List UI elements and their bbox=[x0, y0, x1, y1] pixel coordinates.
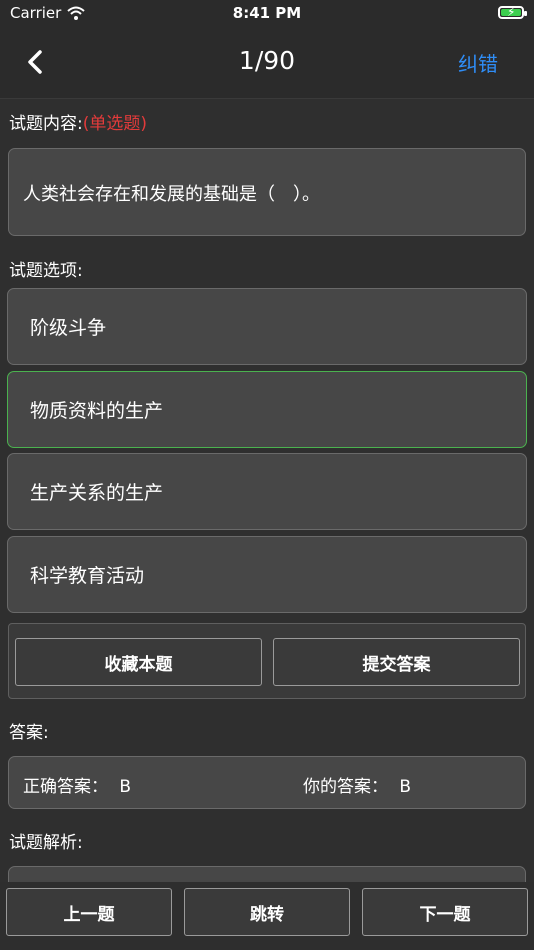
your-answer: 你的答案： B bbox=[303, 772, 411, 797]
option-label: 阶级斗争 bbox=[30, 317, 107, 339]
option-d[interactable]: 科学教育活动 bbox=[7, 536, 527, 613]
answer-box: 正确答案： B 你的答案： B bbox=[8, 756, 526, 809]
status-bar: Carrier 8:41 PM ⚡ bbox=[0, 0, 534, 28]
battery-icon: ⚡ bbox=[498, 5, 527, 19]
analysis-section-label: 试题解析: bbox=[9, 833, 83, 853]
question-section-label: 试题内容:(单选题) bbox=[9, 109, 147, 134]
question-type-label: (单选题) bbox=[82, 114, 147, 134]
answer-section-label: 答案: bbox=[9, 723, 49, 743]
your-answer-value: B bbox=[399, 777, 412, 797]
action-panel: 收藏本题 提交答案 bbox=[8, 623, 526, 699]
question-text: 人类社会存在和发展的基础是（ ）。 bbox=[8, 148, 526, 236]
jump-button[interactable]: 跳转 bbox=[184, 888, 350, 936]
correct-answer: 正确答案： B bbox=[23, 772, 131, 797]
option-c[interactable]: 生产关系的生产 bbox=[7, 453, 527, 530]
status-time: 8:41 PM bbox=[232, 4, 302, 22]
option-label: 物质资料的生产 bbox=[30, 400, 164, 422]
question-label: 试题内容: bbox=[9, 114, 83, 134]
nav-bar: 1/90 纠错 bbox=[0, 28, 534, 99]
option-label: 生产关系的生产 bbox=[30, 482, 164, 504]
correct-answer-value: B bbox=[119, 777, 132, 797]
correct-answer-label: 正确答案： bbox=[23, 777, 108, 797]
page-title: 1/90 bbox=[238, 46, 296, 75]
option-label: 科学教育活动 bbox=[30, 565, 145, 587]
option-b[interactable]: 物质资料的生产 bbox=[7, 371, 527, 448]
report-error-button[interactable]: 纠错 bbox=[458, 48, 498, 77]
prev-question-button[interactable]: 上一题 bbox=[6, 888, 172, 936]
bottom-bar: 上一题 跳转 下一题 bbox=[0, 882, 534, 950]
favorite-button[interactable]: 收藏本题 bbox=[15, 638, 262, 686]
submit-answer-button[interactable]: 提交答案 bbox=[273, 638, 520, 686]
next-question-button[interactable]: 下一题 bbox=[362, 888, 528, 936]
options-section-label: 试题选项: bbox=[9, 261, 83, 281]
option-a[interactable]: 阶级斗争 bbox=[7, 288, 527, 365]
your-answer-label: 你的答案： bbox=[303, 777, 388, 797]
charging-bolt-icon: ⚡ bbox=[507, 5, 516, 19]
